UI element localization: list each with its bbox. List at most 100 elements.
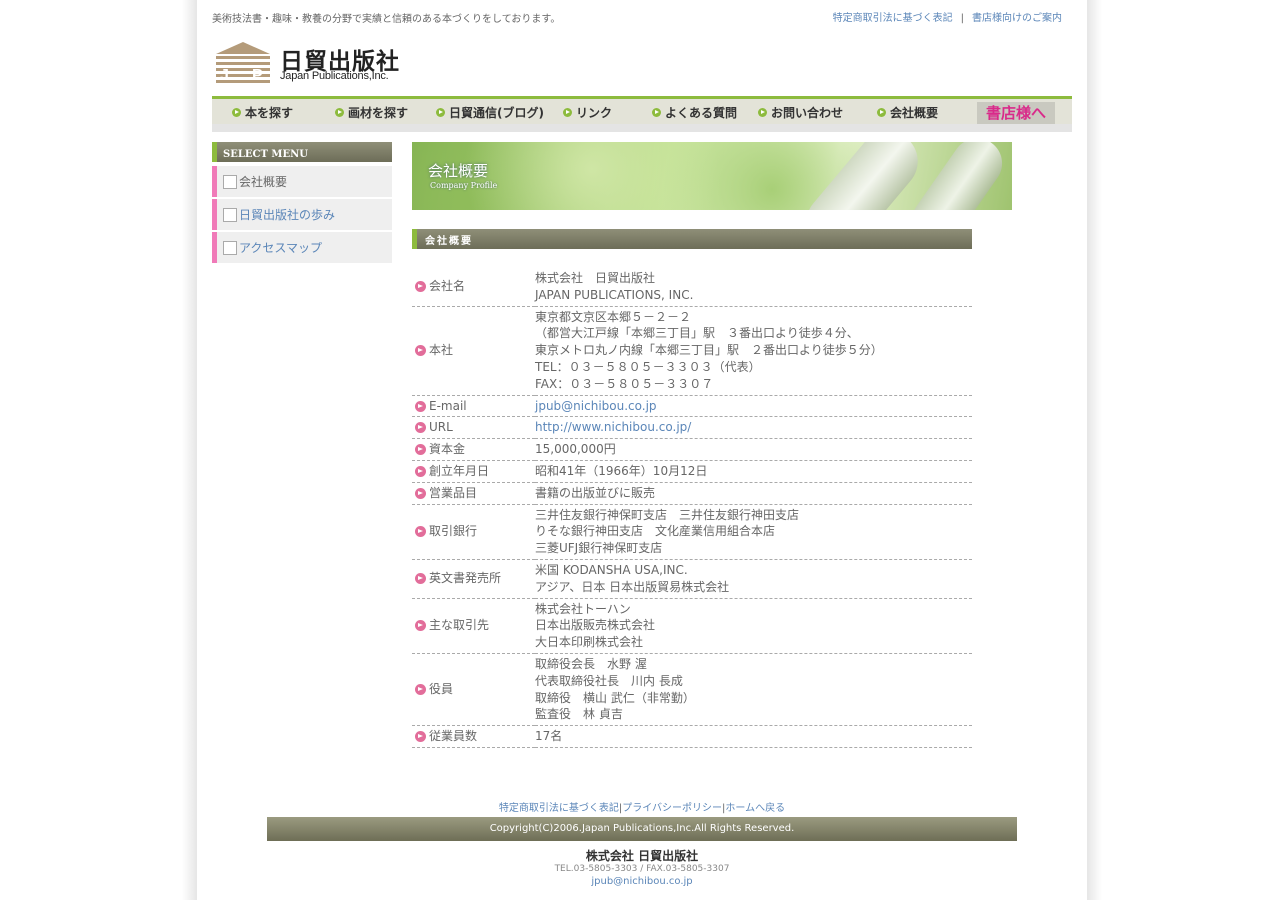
- nav-arrow-icon: [877, 108, 886, 117]
- nav-find-books[interactable]: 本を探す: [232, 104, 293, 121]
- profile-label-text: 会社名: [429, 279, 466, 294]
- nav-blog[interactable]: 日貿通信(ブログ): [436, 104, 544, 121]
- profile-value: http://www.nichibou.co.jp/: [535, 416, 972, 440]
- profile-value-line: 取締役 横山 武仁（非常勤）: [535, 690, 695, 705]
- profile-value-line: 株式会社 日貿出版社: [535, 271, 656, 285]
- website-link[interactable]: http://www.nichibou.co.jp/: [535, 419, 972, 436]
- profile-value: 株式会社トーハン 日本出版販売株式会社 大日本印刷株式会社: [535, 598, 972, 654]
- profile-row: 営業品目 書籍の出版並びに販売: [412, 482, 972, 505]
- profile-row: 役員 取締役会長 水野 渥代表取締役社長 川内 長成 取締役 横山 武仁（非常勤） 監…: [412, 653, 972, 727]
- profile-row: 主な取引先 株式会社トーハン 日本出版販売株式会社 大日本印刷株式会社: [412, 598, 972, 654]
- arrow-right-icon: [415, 487, 426, 499]
- footer-link-tokushoho[interactable]: 特定商取引法に基づく表記: [499, 803, 619, 814]
- profile-value: 書籍の出版並びに販売: [535, 482, 972, 505]
- profile-label: 取引銀行: [412, 504, 535, 560]
- arrow-right-icon: [415, 345, 426, 357]
- profile-label: 創立年月日: [412, 460, 535, 483]
- svg-text:J: J: [220, 67, 229, 84]
- main-nav: 本を探す 画材を探す 日貿通信(ブログ) リンク よくある質問 お問い合わせ 会…: [212, 96, 1072, 127]
- nav-find-art-supplies[interactable]: 画材を探す: [335, 104, 408, 121]
- footer-links: 特定商取引法に基づく表記|プライバシーポリシー|ホームへ戻る: [197, 799, 1087, 814]
- sidebar-item-history[interactable]: 日貿出版社の歩み: [212, 199, 392, 230]
- page-shadow-left: [182, 0, 197, 900]
- sidebar-item-access-map[interactable]: アクセスマップ: [212, 232, 392, 263]
- profile-label-text: 本社: [429, 343, 454, 358]
- top-link-separator: |: [960, 13, 964, 24]
- top-link-tokushoho[interactable]: 特定商取引法に基づく表記: [833, 13, 953, 24]
- profile-value-line: 三菱UFJ銀行神保町支店: [535, 541, 663, 556]
- profile-value: 東京都文京区本郷５－２－２ （都営大江戸線「本郷三丁目」駅 ３番出口より徒歩４分、…: [535, 306, 972, 396]
- nav-bookstore-button[interactable]: 書店様へ: [977, 102, 1055, 124]
- site-logo[interactable]: J P 日貿出版社 Japan Publications,Inc.: [214, 40, 414, 85]
- profile-label-text: 役員: [429, 682, 454, 697]
- profile-value: jpub@nichibou.co.jp: [535, 395, 972, 418]
- profile-value-line: JAPAN PUBLICATIONS, INC.: [535, 287, 694, 302]
- arrow-right-icon: [415, 684, 426, 696]
- sidebar-item-company-profile[interactable]: 会社概要: [212, 166, 392, 197]
- nav-arrow-icon: [232, 108, 241, 117]
- profile-label: 主な取引先: [412, 598, 535, 654]
- profile-value-line: 取締役会長 水野 渥: [535, 656, 647, 671]
- profile-label: 営業品目: [412, 482, 535, 505]
- profile-value-line: 日本出版販売株式会社: [535, 618, 656, 633]
- broken-image-icon: [223, 240, 237, 255]
- profile-label-text: 従業員数: [429, 729, 478, 744]
- nav-arrow-icon: [335, 108, 344, 117]
- footer-company-name: 株式会社 日貿出版社: [585, 849, 699, 863]
- profile-value-line: 監査役 林 貞吉: [535, 707, 623, 722]
- footer-email-link[interactable]: jpub@nichibou.co.jp: [197, 876, 1087, 887]
- arrow-right-icon: [415, 620, 426, 632]
- page-banner: 会社概要 Company Profile: [412, 142, 1012, 210]
- site-tagline: 美術技法書・趣味・教養の分野で実績と信頼のある本づくりをしております。: [212, 14, 561, 25]
- nav-links[interactable]: リンク: [563, 104, 612, 121]
- footer-link-home[interactable]: ホームへ戻る: [725, 803, 785, 814]
- profile-value: 三井住友銀行神保町支店 三井住友銀行神田支店 りそな銀行神田支店 文化産業信用組合…: [535, 504, 972, 560]
- top-links: 特定商取引法に基づく表記 | 書店様向けのご案内: [833, 9, 1062, 24]
- profile-value-line: 代表取締役社長 川内 長成: [535, 673, 683, 688]
- arrow-right-icon: [415, 465, 426, 477]
- profile-value: 米国 KODANSHA USA,INC. アジア、日本 日本出版貿易株式会社: [535, 559, 972, 599]
- nav-company[interactable]: 会社概要: [877, 104, 938, 121]
- profile-label: 役員: [412, 653, 535, 727]
- banner-subtitle: Company Profile: [430, 181, 498, 190]
- footer-tel-fax: TEL.03-5805-3303 / FAX.03-5805-3307: [554, 864, 730, 874]
- arrow-right-icon: [415, 422, 426, 434]
- arrow-right-icon: [415, 573, 426, 585]
- profile-label-text: 英文書発売所: [429, 571, 502, 586]
- svg-text:P: P: [252, 67, 263, 84]
- profile-label: URL: [412, 416, 535, 440]
- profile-value-line: りそな銀行神田支店 文化産業信用組合本店: [535, 524, 776, 539]
- profile-value: 昭和41年（1966年）10月12日: [535, 460, 972, 483]
- email-link[interactable]: jpub@nichibou.co.jp: [535, 398, 972, 415]
- profile-label: 資本金: [412, 438, 535, 461]
- arrow-right-icon: [415, 281, 426, 293]
- profile-row: 本社 東京都文京区本郷５－２－２ （都営大江戸線「本郷三丁目」駅 ３番出口より徒歩４…: [412, 306, 972, 396]
- profile-label-text: 営業品目: [429, 485, 478, 500]
- broken-image-icon: [223, 207, 237, 222]
- profile-label: 本社: [412, 306, 535, 396]
- section-title: 会社概要: [412, 229, 972, 249]
- nav-underline: [212, 124, 1072, 132]
- profile-value-line: 東京都文京区本郷５－２－２: [535, 309, 692, 324]
- footer-link-privacy[interactable]: プライバシーポリシー: [622, 803, 722, 814]
- profile-value-line: 大日本印刷株式会社: [535, 635, 644, 650]
- profile-value: 取締役会長 水野 渥代表取締役社長 川内 長成 取締役 横山 武仁（非常勤） 監査役…: [535, 653, 972, 727]
- arrow-right-icon: [415, 526, 426, 538]
- nav-contact[interactable]: お問い合わせ: [758, 104, 843, 121]
- top-link-bookstore[interactable]: 書店様向けのご案内: [972, 13, 1062, 24]
- profile-value-line: 三井住友銀行神保町支店 三井住友銀行神田支店: [535, 507, 800, 522]
- profile-label-text: 主な取引先: [429, 618, 490, 633]
- logo-name-en: Japan Publications,Inc.: [280, 70, 389, 82]
- copyright-bar: Copyright(C)2006.Japan Publications,Inc.…: [267, 817, 1017, 841]
- nav-faq[interactable]: よくある質問: [652, 104, 737, 121]
- arrow-right-icon: [415, 400, 426, 412]
- profile-value: 株式会社 日貿出版社 JAPAN PUBLICATIONS, INC.: [535, 268, 972, 307]
- profile-value-line: （都営大江戸線「本郷三丁目」駅 ３番出口より徒歩４分、: [535, 326, 859, 341]
- arrow-right-icon: [415, 444, 426, 456]
- profile-label-text: E-mail: [429, 398, 467, 413]
- company-profile-table: 会社名 株式会社 日貿出版社 JAPAN PUBLICATIONS, INC. 本社 東…: [412, 268, 972, 748]
- profile-row: URL http://www.nichibou.co.jp/: [412, 416, 972, 440]
- nav-arrow-icon: [652, 108, 661, 117]
- profile-value-line: 書籍の出版並びに販売: [535, 485, 656, 500]
- profile-value-line: 15,000,000円: [535, 442, 616, 457]
